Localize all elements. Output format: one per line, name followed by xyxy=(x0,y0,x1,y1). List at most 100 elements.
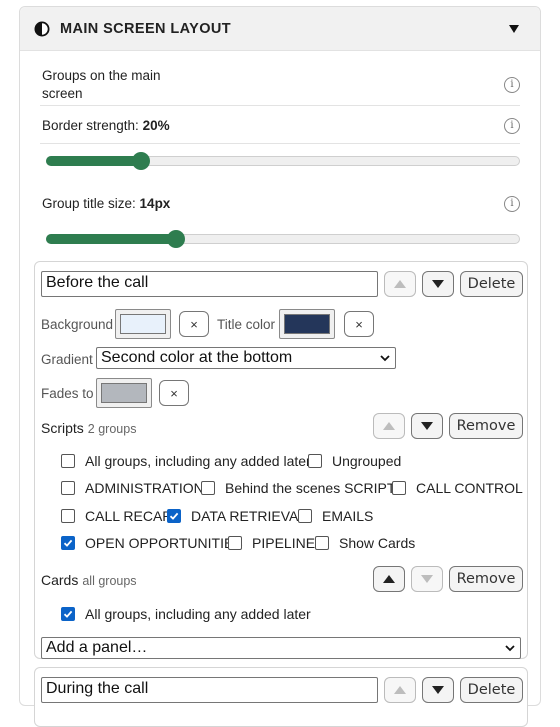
panel-header[interactable]: MAIN SCREEN LAYOUT xyxy=(20,7,540,51)
group-title-size-value: 14px xyxy=(139,196,171,211)
checkbox[interactable] xyxy=(167,509,181,523)
divider xyxy=(40,143,520,144)
scripts-remove-button[interactable]: Remove xyxy=(449,413,523,439)
scripts-move-down-button[interactable] xyxy=(411,413,443,439)
add-panel-select-value: Add a panel… xyxy=(46,639,148,656)
groups-on-main-screen-row: Groups on the main screen i xyxy=(42,67,520,103)
checkbox-label: Show Cards xyxy=(339,535,416,551)
info-icon[interactable]: i xyxy=(504,118,520,134)
checkbox-label: ADMINISTRATION xyxy=(85,480,204,496)
group-title-size-slider[interactable] xyxy=(46,230,520,248)
arrow-down-icon xyxy=(421,575,433,583)
cards-section-label: Cards all groups xyxy=(41,572,137,588)
checkbox[interactable] xyxy=(298,509,312,523)
arrow-down-icon xyxy=(421,422,433,430)
checkbox[interactable] xyxy=(61,454,75,468)
checkbox[interactable] xyxy=(61,481,75,495)
chevron-down-icon xyxy=(380,355,390,362)
checkbox-label: PIPELINE xyxy=(252,535,316,551)
checkbox-label: All groups, including any added later xyxy=(85,453,311,469)
group-title-size-label: Group title size: xyxy=(42,196,140,211)
checkbox[interactable] xyxy=(61,536,75,550)
checkbox-item[interactable]: ADMINISTRATION xyxy=(61,480,204,496)
checkbox-item[interactable]: Show Cards xyxy=(315,535,415,551)
group-title-size-row: Group title size: 14px i xyxy=(42,196,520,216)
border-strength-label: Border strength: xyxy=(42,118,143,133)
checkbox-item[interactable]: Behind the scenes SCRIPTS xyxy=(201,480,405,496)
checkbox-item[interactable]: All groups, including any added later xyxy=(61,606,311,622)
move-up-button[interactable] xyxy=(384,677,416,703)
border-strength-row: Border strength: 20% i xyxy=(42,118,520,138)
delete-button[interactable]: Delete xyxy=(460,677,523,703)
checkbox[interactable] xyxy=(308,454,322,468)
cards-move-down-button[interactable] xyxy=(411,566,443,592)
move-down-button[interactable] xyxy=(422,677,454,703)
collapse-triangle-icon[interactable] xyxy=(508,24,520,34)
checkbox[interactable] xyxy=(201,481,215,495)
background-swatch xyxy=(120,314,166,334)
checkbox-item[interactable]: EMAILS xyxy=(298,508,373,524)
slider-fill xyxy=(46,156,141,166)
scripts-move-up-button[interactable] xyxy=(373,413,405,439)
group-card: Before the call Delete Background × Titl… xyxy=(34,261,528,659)
checkbox-label: EMAILS xyxy=(322,508,374,524)
checkbox-label: CALL RECAP xyxy=(85,508,172,524)
checkbox-item[interactable]: All groups, including any added later xyxy=(61,453,311,469)
divider xyxy=(40,105,520,106)
fades-to-color-picker[interactable] xyxy=(96,378,152,408)
checkbox-label: Behind the scenes SCRIPTS xyxy=(225,480,405,496)
group-name-input[interactable]: Before the call xyxy=(41,271,378,297)
chevron-down-icon xyxy=(505,645,515,652)
groups-label-line2: screen xyxy=(42,86,83,101)
title-color-picker[interactable] xyxy=(279,309,335,339)
checkbox[interactable] xyxy=(228,536,242,550)
checkbox-label: CALL CONTROL xyxy=(416,480,523,496)
add-panel-select[interactable]: Add a panel… xyxy=(41,637,521,659)
background-label: Background xyxy=(41,317,114,332)
arrow-up-icon xyxy=(394,686,406,694)
cards-move-up-button[interactable] xyxy=(373,566,405,592)
checkmark-icon xyxy=(169,512,179,520)
checkbox[interactable] xyxy=(61,509,75,523)
checkbox[interactable] xyxy=(315,536,329,550)
checkbox-item[interactable]: CALL RECAP xyxy=(61,508,172,524)
checkbox-label: OPEN OPPORTUNITIES xyxy=(85,535,243,551)
group-card: During the call Delete xyxy=(34,667,528,727)
slider-thumb[interactable] xyxy=(167,230,185,248)
move-down-button[interactable] xyxy=(422,271,454,297)
title-color-swatch xyxy=(284,314,330,334)
checkmark-icon xyxy=(63,539,73,547)
checkbox[interactable] xyxy=(61,607,75,621)
gradient-select[interactable]: Second color at the bottom xyxy=(96,347,396,369)
clear-background-button[interactable]: × xyxy=(179,311,209,337)
gradient-label: Gradient xyxy=(41,352,93,367)
info-icon[interactable]: i xyxy=(504,196,520,212)
arrow-up-icon xyxy=(383,575,395,583)
checkbox[interactable] xyxy=(392,481,406,495)
cards-remove-button[interactable]: Remove xyxy=(449,566,523,592)
checkbox-item[interactable]: OPEN OPPORTUNITIES xyxy=(61,535,243,551)
clear-fades-to-button[interactable]: × xyxy=(159,380,189,406)
border-strength-value: 20% xyxy=(142,118,170,133)
cards-label: Cards xyxy=(41,572,79,588)
background-color-picker[interactable] xyxy=(115,309,171,339)
checkbox-item[interactable]: DATA RETRIEVAL xyxy=(167,508,306,524)
clear-title-color-button[interactable]: × xyxy=(344,311,374,337)
checkbox-item[interactable]: CALL CONTROL xyxy=(392,480,523,496)
move-up-button[interactable] xyxy=(384,271,416,297)
checkmark-icon xyxy=(63,610,73,618)
panel-title: MAIN SCREEN LAYOUT xyxy=(60,20,232,37)
info-icon[interactable]: i xyxy=(504,77,520,93)
group-name-input[interactable]: During the call xyxy=(41,677,378,703)
arrow-up-icon xyxy=(394,280,406,288)
scripts-count: 2 groups xyxy=(87,422,137,436)
checkbox-label: Ungrouped xyxy=(332,453,402,469)
slider-thumb[interactable] xyxy=(132,152,150,170)
main-screen-layout-panel: MAIN SCREEN LAYOUT Groups on the main sc… xyxy=(19,6,541,727)
checkbox-item[interactable]: PIPELINE xyxy=(228,535,315,551)
checkbox-item[interactable]: Ungrouped xyxy=(308,453,401,469)
delete-button[interactable]: Delete xyxy=(460,271,523,297)
cards-count: all groups xyxy=(82,574,137,588)
border-strength-slider[interactable] xyxy=(46,152,520,170)
gradient-select-value: Second color at the bottom xyxy=(101,349,293,366)
